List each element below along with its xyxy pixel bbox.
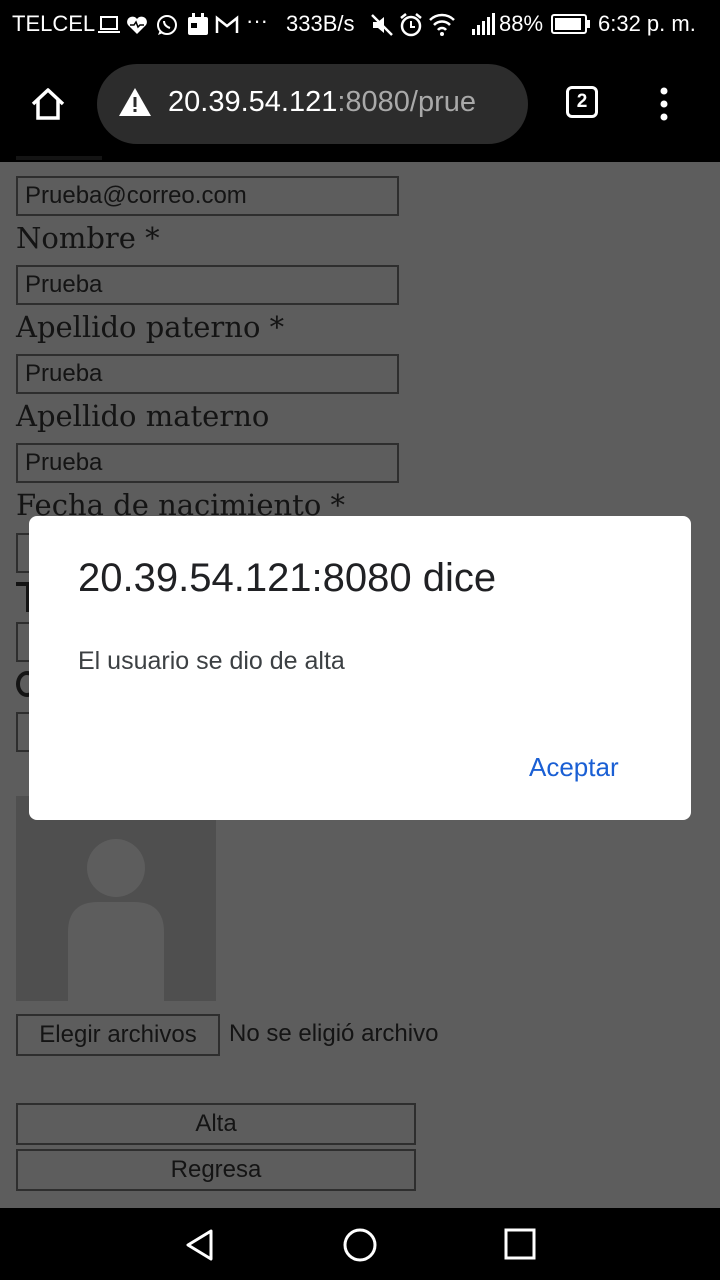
regresa-label: Regresa xyxy=(170,1156,262,1183)
alert-dialog: 20.39.54.121:8080 dice El usuario se dio… xyxy=(29,516,691,820)
dialog-message: El usuario se dio de alta xyxy=(78,647,345,675)
url-text: 20.39.54.121:8080/prue xyxy=(168,86,476,119)
email-label-clipped xyxy=(16,150,106,162)
url-path: :8080/prue xyxy=(337,86,476,118)
user-silhouette-icon xyxy=(68,839,164,1001)
profile-photo-placeholder xyxy=(16,796,216,1001)
apellido-materno-value: Prueba xyxy=(25,449,103,476)
laptop-icon xyxy=(98,16,120,33)
dialog-title: 20.39.54.121:8080 dice xyxy=(78,556,497,600)
calendar-icon xyxy=(188,13,208,35)
hidden-label-3 xyxy=(16,671,30,701)
email-field[interactable]: Prueba@correo.com xyxy=(16,176,399,216)
network-speed: 333B/s xyxy=(286,11,355,36)
apellido-paterno-label: Apellido paterno * xyxy=(16,310,285,344)
clock-time: 6:32 p. m. xyxy=(598,11,696,36)
gmail-icon xyxy=(215,15,239,33)
regresa-button[interactable]: Regresa xyxy=(16,1149,416,1191)
tab-switcher-button[interactable]: 2 xyxy=(566,86,598,118)
nombre-value: Prueba xyxy=(25,271,103,298)
accept-button[interactable]: Aceptar xyxy=(529,752,619,783)
alta-button[interactable]: Alta xyxy=(16,1103,416,1145)
home-circle-icon[interactable] xyxy=(342,1227,378,1263)
choose-files-label: Elegir archivos xyxy=(39,1021,197,1048)
status-bar: TELCEL ··· 333B/s 88% 6:32 p. m. xyxy=(0,0,720,50)
mute-icon xyxy=(371,14,393,36)
apellido-materno-label: Apellido materno xyxy=(16,399,270,433)
more-notifications-icon: ··· xyxy=(246,8,268,33)
email-value: Prueba@correo.com xyxy=(25,182,247,209)
nombre-label: Nombre * xyxy=(16,221,160,255)
no-file-text: No se eligió archivo xyxy=(229,1020,439,1047)
navigation-bar xyxy=(0,1208,720,1280)
apellido-materno-field[interactable]: Prueba xyxy=(16,443,399,483)
wifi-icon xyxy=(429,13,455,36)
apellido-paterno-field[interactable]: Prueba xyxy=(16,354,399,394)
back-icon[interactable] xyxy=(183,1228,217,1262)
carrier-name: TELCEL xyxy=(12,11,96,36)
home-icon[interactable] xyxy=(29,85,67,123)
alarm-icon xyxy=(400,13,422,37)
address-bar[interactable]: 20.39.54.121:8080/prue xyxy=(97,64,528,144)
whatsapp-icon xyxy=(157,15,177,35)
recents-square-icon[interactable] xyxy=(504,1228,536,1260)
apellido-paterno-value: Prueba xyxy=(25,360,103,387)
battery-icon xyxy=(551,14,590,34)
hidden-label-2 xyxy=(16,582,30,612)
signal-icon xyxy=(472,13,495,35)
health-heart-icon xyxy=(127,16,147,34)
choose-files-button[interactable]: Elegir archivos xyxy=(16,1014,220,1056)
browser-toolbar: 20.39.54.121:8080/prue 2 xyxy=(0,50,720,162)
more-vert-icon[interactable] xyxy=(658,86,670,122)
battery-percent: 88% xyxy=(499,11,544,36)
nombre-field[interactable]: Prueba xyxy=(16,265,399,305)
tab-count: 2 xyxy=(576,91,588,112)
url-host: 20.39.54.121 xyxy=(168,86,338,118)
not-secure-warning-icon[interactable] xyxy=(117,86,153,118)
alta-label: Alta xyxy=(195,1110,237,1137)
